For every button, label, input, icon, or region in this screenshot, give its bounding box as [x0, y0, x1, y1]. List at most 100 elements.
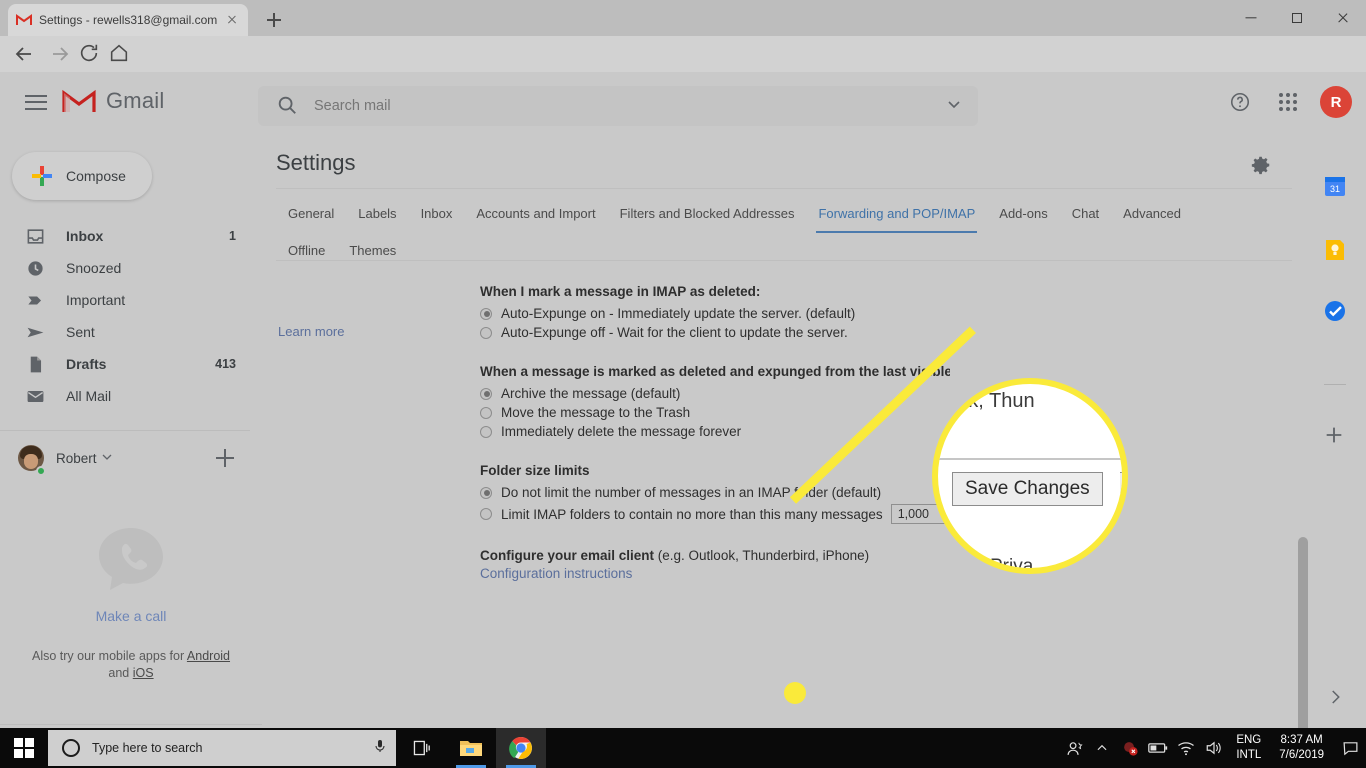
radio-archive-message[interactable]: [480, 387, 492, 400]
hangouts-account-row[interactable]: Robert: [0, 438, 250, 478]
sidebar-item-important[interactable]: Important: [0, 284, 250, 316]
main-menu-icon[interactable]: [22, 90, 50, 114]
new-tab-button[interactable]: [262, 8, 286, 32]
close-window-button[interactable]: [1320, 0, 1366, 36]
sidebar-item-inbox[interactable]: Inbox 1: [0, 220, 250, 252]
sidebar-item-label: Inbox: [66, 228, 104, 244]
start-button[interactable]: [0, 728, 48, 768]
radio-label: Immediately delete the message forever: [501, 424, 742, 439]
reload-icon[interactable]: [78, 42, 102, 66]
chevron-down-icon[interactable]: [102, 449, 112, 467]
search-options-caret-icon[interactable]: [946, 96, 962, 117]
maximize-button[interactable]: [1274, 0, 1320, 36]
tab-general[interactable]: General: [276, 196, 346, 233]
tab-filters-and-blocked-addresses[interactable]: Filters and Blocked Addresses: [608, 196, 807, 233]
tab-chat[interactable]: Chat: [1060, 196, 1111, 233]
gmail-header-right: R: [1220, 82, 1356, 122]
tab-add-ons[interactable]: Add-ons: [987, 196, 1059, 233]
close-icon[interactable]: [224, 12, 240, 28]
account-name: Robert: [56, 450, 97, 466]
hangouts-tabs-divider: [0, 724, 262, 725]
compose-button[interactable]: Compose: [12, 152, 152, 200]
radio-move-to-trash[interactable]: [480, 406, 492, 419]
add-app-button[interactable]: [1323, 424, 1347, 448]
tab-accounts-and-import[interactable]: Accounts and Import: [464, 196, 607, 233]
expand-rail-chevron-icon[interactable]: [1326, 688, 1344, 706]
online-status-indicator: [36, 466, 46, 476]
google-calendar-icon[interactable]: 31: [1323, 174, 1347, 198]
google-chrome-icon[interactable]: [496, 728, 546, 768]
search-input[interactable]: Search mail: [314, 98, 946, 114]
clock-icon: [26, 259, 46, 278]
browser-tab[interactable]: Settings - rewells318@gmail.com: [8, 4, 248, 36]
forward-arrow-icon[interactable]: [48, 42, 72, 66]
taskbar-search-input[interactable]: Type here to search: [92, 741, 372, 755]
radio-label: Limit IMAP folders to contain no more th…: [501, 506, 883, 522]
magnified-save-changes-button[interactable]: Save Changes: [952, 472, 1103, 506]
tab-advanced[interactable]: Advanced: [1111, 196, 1193, 233]
language-indicator[interactable]: ENG INTL: [1228, 733, 1269, 763]
avatar[interactable]: R: [1316, 82, 1356, 122]
microphone-icon[interactable]: [372, 738, 388, 759]
task-view-icon[interactable]: [396, 728, 446, 768]
important-icon: [26, 291, 46, 310]
sidebar-item-sent[interactable]: Sent: [0, 316, 250, 348]
radio-delete-forever[interactable]: [480, 425, 492, 438]
sidebar-item-count: 413: [215, 357, 236, 371]
send-icon: [26, 323, 46, 342]
radio-limit-folders[interactable]: [480, 508, 492, 520]
minimize-button[interactable]: [1228, 0, 1274, 36]
sidebar-item-count: 1: [229, 229, 236, 243]
radio-auto-expunge-off[interactable]: [480, 326, 492, 339]
ios-link[interactable]: iOS: [133, 666, 154, 680]
help-icon[interactable]: [1220, 82, 1260, 122]
people-icon[interactable]: [1060, 728, 1088, 768]
add-contact-icon[interactable]: [216, 449, 234, 467]
draft-icon: [26, 355, 46, 374]
wifi-icon[interactable]: [1172, 728, 1200, 768]
settings-content: Settings General Labels Inbox Accounts a…: [262, 132, 1304, 728]
clock[interactable]: 8:37 AM 7/6/2019: [1269, 733, 1334, 763]
battery-icon[interactable]: [1144, 728, 1172, 768]
search-mail-bar[interactable]: Search mail: [258, 86, 978, 126]
android-link[interactable]: Android: [187, 649, 230, 663]
radio-no-limit[interactable]: [480, 486, 492, 499]
volume-icon[interactable]: [1200, 728, 1228, 768]
hangouts-panel: Make a call Also try our mobile apps for…: [0, 522, 262, 682]
show-hidden-icons-chevron[interactable]: [1088, 728, 1116, 768]
configuration-instructions-link[interactable]: Configuration instructions: [480, 566, 632, 581]
radio-option[interactable]: Auto-Expunge off - Wait for the client t…: [480, 323, 1180, 342]
mobile-apps-note: Also try our mobile apps for Android and…: [0, 648, 262, 682]
gmail-logo[interactable]: Gmail: [62, 88, 164, 114]
sidebar-item-snoozed[interactable]: Snoozed: [0, 252, 250, 284]
plus-icon: [30, 164, 54, 188]
antivirus-icon[interactable]: [1116, 728, 1144, 768]
apps-grid-icon[interactable]: [1268, 82, 1308, 122]
radio-option[interactable]: Auto-Expunge on - Immediately update the…: [480, 304, 1180, 323]
make-a-call-link[interactable]: Make a call: [0, 608, 262, 624]
sidebar-item-all-mail[interactable]: All Mail: [0, 380, 250, 412]
browser-tab-strip: Settings - rewells318@gmail.com: [0, 0, 1366, 36]
gmail-sidebar: Compose Inbox 1 Snoozed Important Sent D…: [0, 132, 262, 728]
sidebar-item-label: Drafts: [66, 356, 107, 372]
mailbox-nav-list: Inbox 1 Snoozed Important Sent Drafts 41…: [0, 220, 250, 412]
tab-inbox[interactable]: Inbox: [409, 196, 465, 233]
sidebar-item-drafts[interactable]: Drafts 413: [0, 348, 250, 380]
notification-icon[interactable]: [1334, 728, 1366, 768]
radio-label: Auto-Expunge on - Immediately update the…: [501, 306, 856, 321]
google-tasks-icon[interactable]: [1323, 299, 1347, 323]
google-keep-icon[interactable]: [1323, 238, 1347, 262]
gear-icon[interactable]: [1250, 154, 1274, 178]
mail-icon: [26, 387, 46, 406]
learn-more-link[interactable]: Learn more: [278, 324, 344, 339]
tab-labels[interactable]: Labels: [346, 196, 408, 233]
magnifier-callout: ook, Thun Save Changes Priva: [932, 378, 1128, 574]
tab-forwarding-and-pop-imap[interactable]: Forwarding and POP/IMAP: [806, 196, 987, 233]
forwarding-pop-imap-panel: Learn more When I mark a message in IMAP…: [262, 262, 1304, 728]
taskbar-search-box[interactable]: Type here to search: [48, 730, 396, 766]
radio-auto-expunge-on[interactable]: [480, 307, 492, 320]
home-icon[interactable]: [108, 42, 132, 66]
back-arrow-icon[interactable]: [12, 42, 36, 66]
file-explorer-icon[interactable]: [446, 728, 496, 768]
apps-note-mid: and: [108, 666, 133, 680]
